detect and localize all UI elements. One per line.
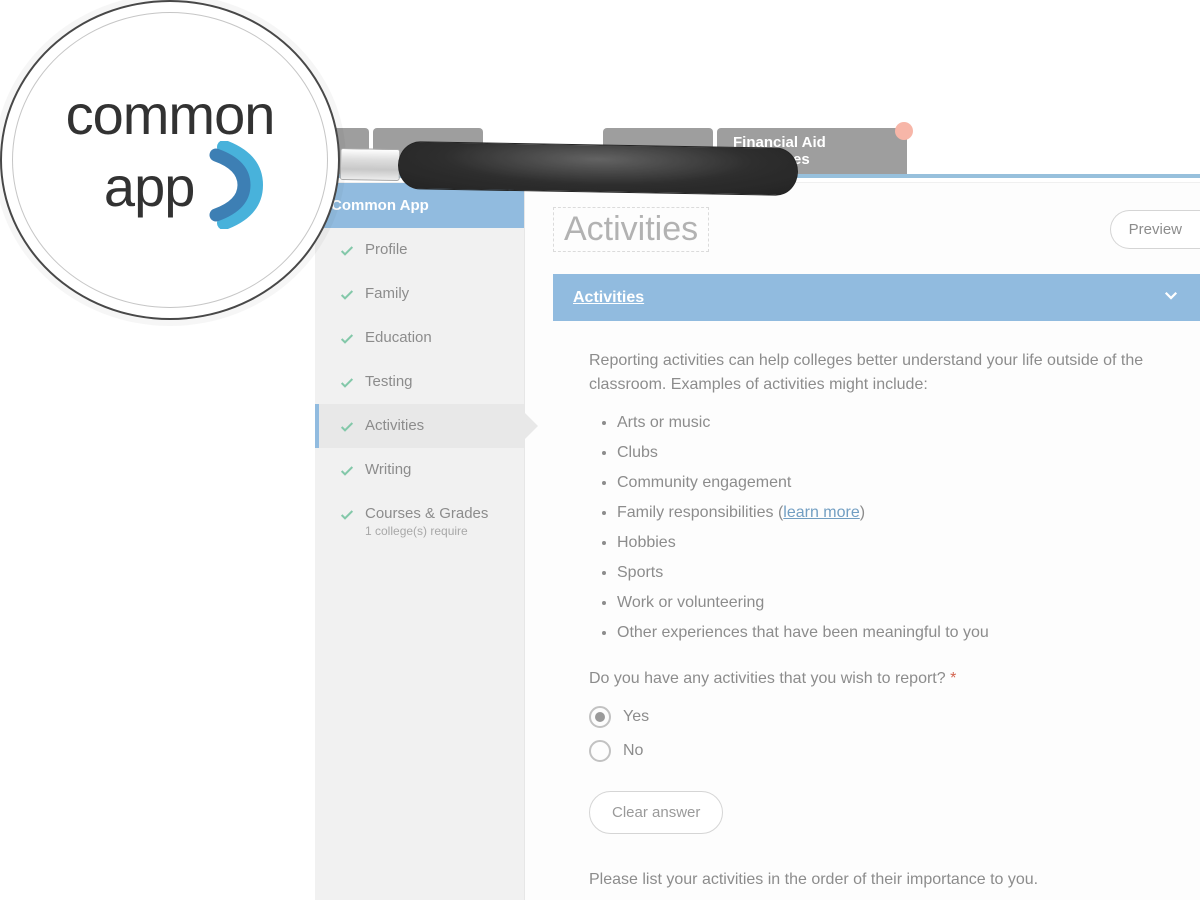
- check-icon: [339, 287, 355, 303]
- workspace: Common App Profile Family Education Test…: [315, 182, 1200, 900]
- check-icon: [339, 243, 355, 259]
- page-title: Activities: [553, 207, 709, 252]
- sidebar-item-education[interactable]: Education: [315, 316, 524, 360]
- top-tab-bar: Financial Aid Resources: [315, 128, 1200, 178]
- tab-financial-aid[interactable]: Financial Aid Resources: [717, 128, 907, 174]
- tab-financial-aid-label: Financial Aid Resources: [733, 134, 891, 168]
- learn-more-link[interactable]: learn more: [783, 504, 859, 521]
- sidebar-item-sublabel: 1 college(s) require: [365, 524, 488, 538]
- sidebar-item-family[interactable]: Family: [315, 272, 524, 316]
- accordion-title: Activities: [573, 289, 644, 307]
- tab-hidden-2[interactable]: [373, 128, 483, 174]
- magnifier-lens: common app: [0, 0, 340, 320]
- sidebar-item-profile[interactable]: Profile: [315, 228, 524, 272]
- radio-yes[interactable]: Yes: [589, 705, 1164, 729]
- sidebar-item-label: Profile: [365, 241, 408, 258]
- check-icon: [339, 419, 355, 435]
- check-icon: [339, 331, 355, 347]
- check-icon: [339, 463, 355, 479]
- sidebar-item-testing[interactable]: Testing: [315, 360, 524, 404]
- example-family: Family responsibilities: [617, 504, 774, 521]
- list-item: Other experiences that have been meaning…: [617, 621, 1164, 645]
- radio-icon: [589, 706, 611, 728]
- examples-list: Arts or music Clubs Community engagement…: [617, 411, 1164, 645]
- question-text: Do you have any activities that you wish…: [589, 670, 946, 687]
- intro-text: Reporting activities can help colleges b…: [589, 349, 1164, 397]
- sidebar-header: Common App: [315, 183, 524, 228]
- list-item: Arts or music: [617, 411, 1164, 435]
- radio-icon: [589, 740, 611, 762]
- tab-hidden-1[interactable]: [315, 128, 369, 174]
- list-item: Community engagement: [617, 471, 1164, 495]
- check-icon: [339, 507, 355, 523]
- brand-line1: common: [66, 83, 275, 146]
- question-row: Do you have any activities that you wish…: [589, 667, 1164, 691]
- radio-yes-label: Yes: [623, 705, 649, 729]
- clear-answer-button[interactable]: Clear answer: [589, 791, 723, 834]
- list-item: Sports: [617, 561, 1164, 585]
- tab-blank-active: [487, 128, 599, 174]
- list-item: Family responsibilities (learn more): [617, 501, 1164, 525]
- list-item: Hobbies: [617, 531, 1164, 555]
- check-icon: [339, 375, 355, 391]
- sidebar-item-label: Courses & Grades: [365, 505, 488, 522]
- chevron-down-icon: [1162, 286, 1180, 309]
- closing-text: Please list your activities in the order…: [589, 868, 1164, 892]
- brand-logo: common app: [66, 88, 275, 232]
- sidebar-item-label: Education: [365, 329, 432, 346]
- radio-no[interactable]: No: [589, 739, 1164, 763]
- sidebar-item-courses-grades[interactable]: Courses & Grades 1 college(s) require: [315, 492, 524, 551]
- accordion-activities[interactable]: Activities: [553, 274, 1200, 321]
- magnifier-overlay: common app: [0, 0, 360, 320]
- radio-no-label: No: [623, 739, 643, 763]
- alert-dot-icon: [895, 122, 913, 140]
- preview-button[interactable]: Preview: [1110, 210, 1200, 249]
- panel-header: Activities Preview: [553, 207, 1200, 252]
- sidebar-item-label: Activities: [365, 417, 424, 434]
- sidebar-item-label: Family: [365, 285, 409, 302]
- form-body: Reporting activities can help colleges b…: [553, 321, 1200, 892]
- main-panel: Activities Preview Activities Reporting …: [525, 183, 1200, 900]
- list-item: Clubs: [617, 441, 1164, 465]
- list-item: Work or volunteering: [617, 591, 1164, 615]
- sidebar-item-label: Writing: [365, 461, 411, 478]
- brand-line2: app: [104, 160, 194, 213]
- sidebar-item-label: Testing: [365, 373, 413, 390]
- sidebar-item-activities[interactable]: Activities: [315, 404, 524, 448]
- required-asterisk: *: [950, 670, 956, 687]
- sidebar-item-writing[interactable]: Writing: [315, 448, 524, 492]
- sidebar: Common App Profile Family Education Test…: [315, 183, 525, 900]
- brand-mark-icon: [204, 141, 274, 232]
- tab-hidden-3[interactable]: [603, 128, 713, 174]
